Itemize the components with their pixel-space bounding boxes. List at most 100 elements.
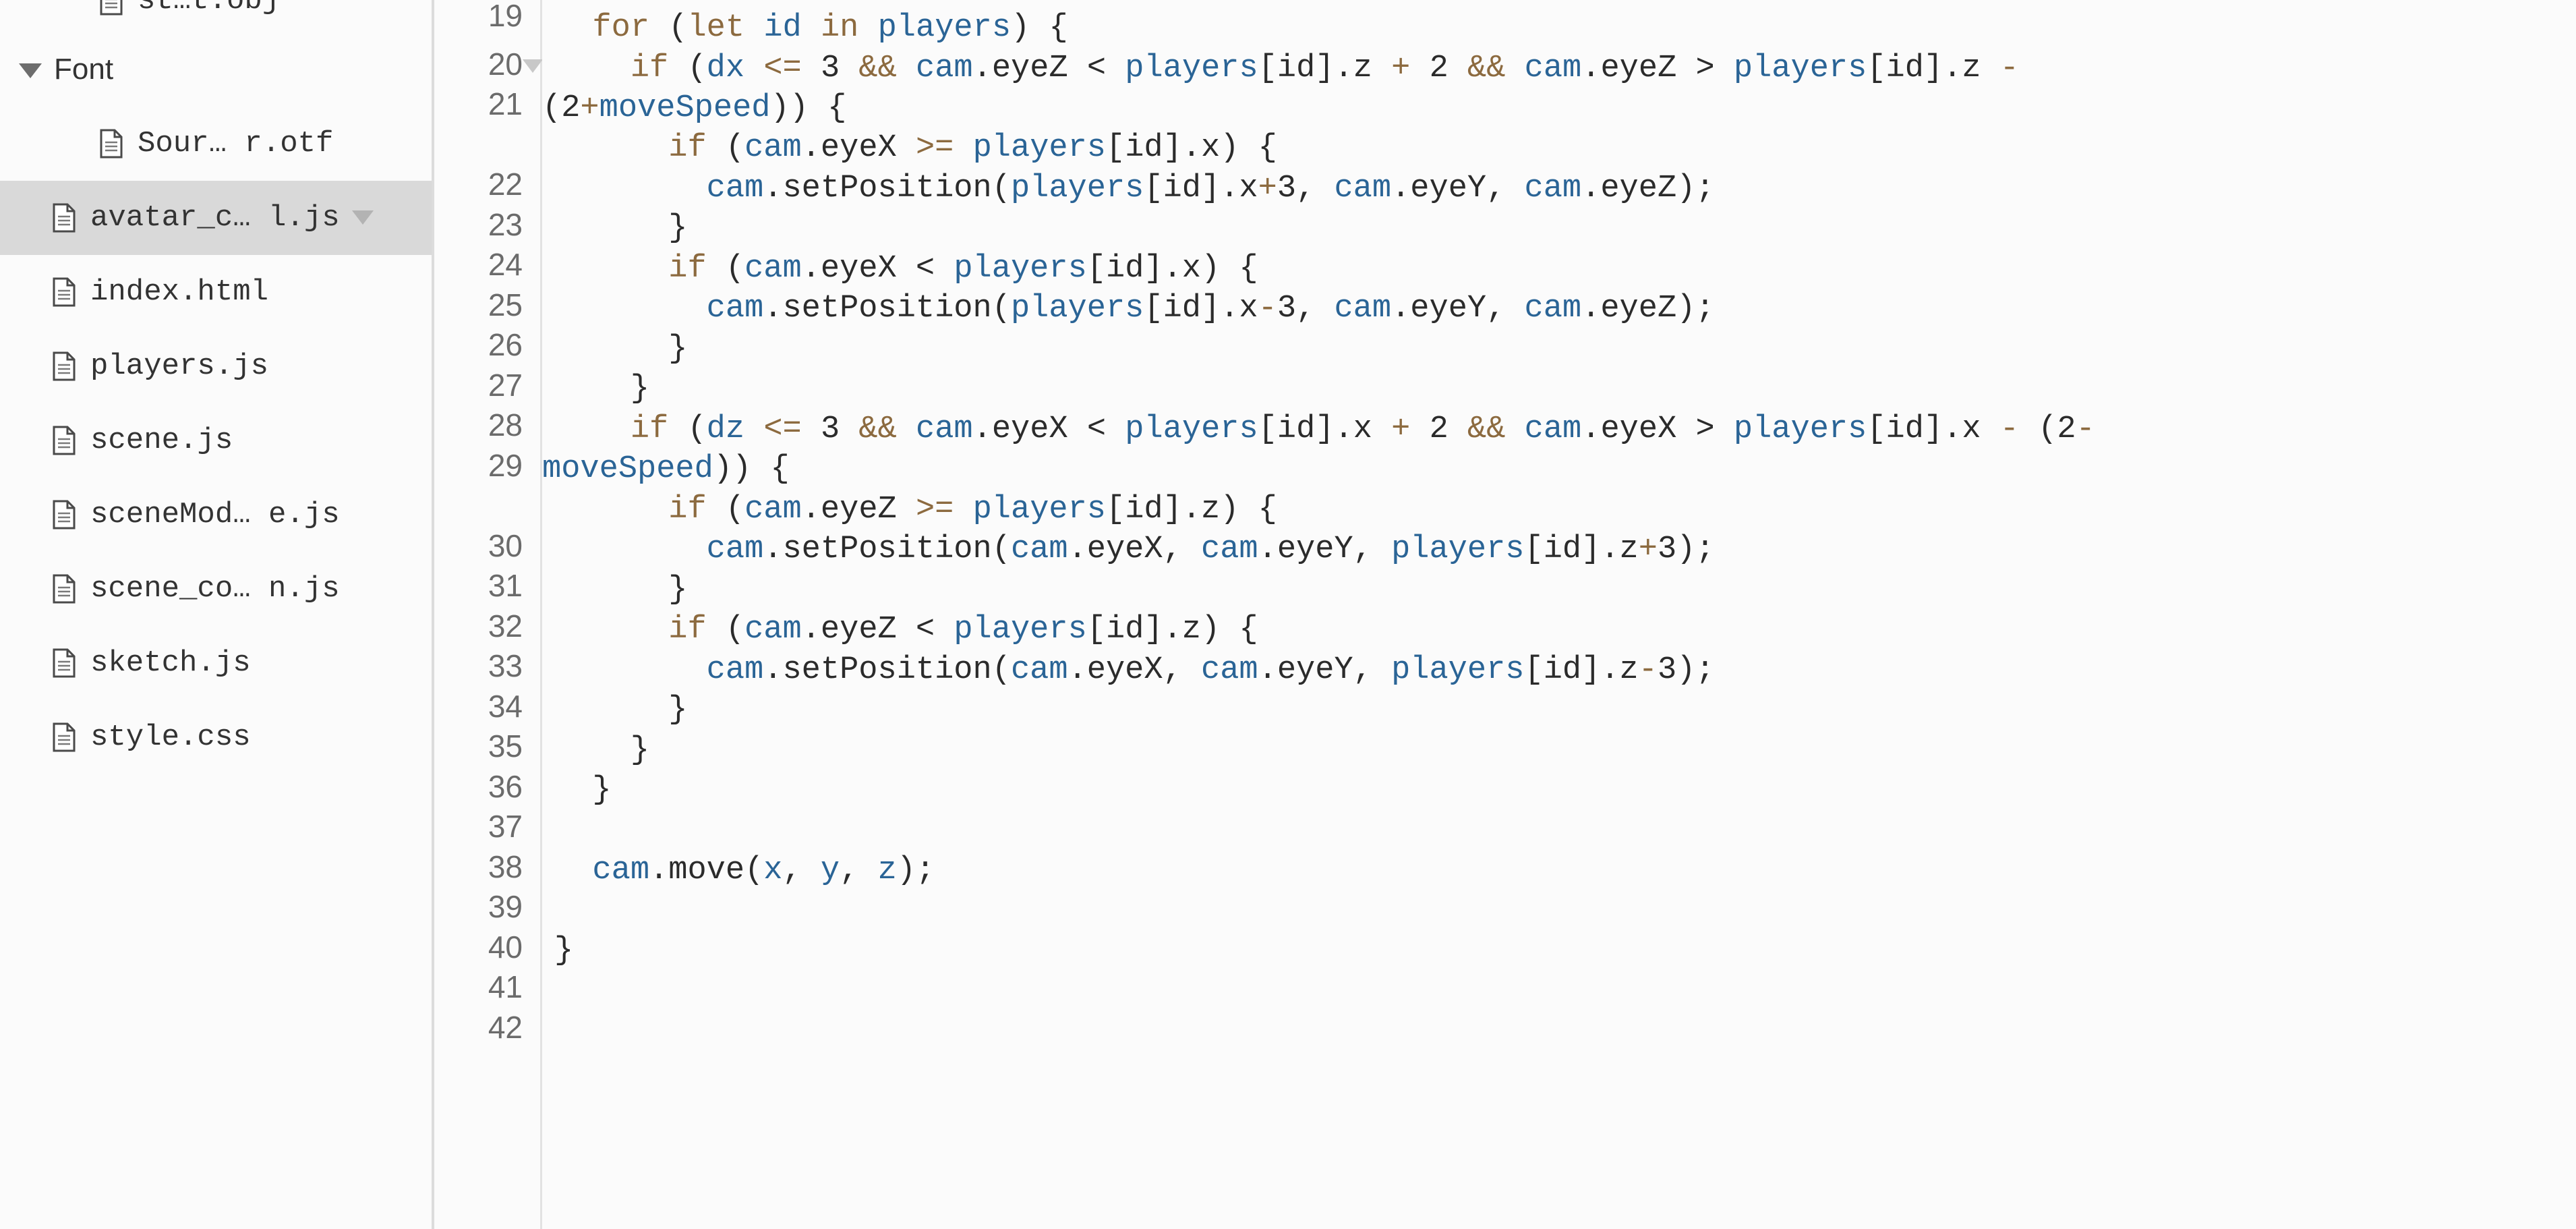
file-tree-file-row[interactable]: scene.js [0,403,432,478]
code-token-variable: players [877,10,1012,46]
chevron-down-icon[interactable] [351,209,378,227]
code-token-plain: .eyeZ > [1581,51,1734,86]
line-number: 22 [488,167,523,202]
code-token-plain: .eyeZ); [1581,291,1715,326]
code-line[interactable]: if (cam.eyeZ < players[id].z) { [554,614,1258,646]
file-tree-file-row[interactable]: style.css [0,700,432,774]
code-line[interactable]: } [554,694,687,726]
code-token-variable: cam [1201,652,1258,688]
code-line[interactable]: cam.move(x, y, z); [554,855,935,886]
file-tree-file-row[interactable]: Sour… r.otf [0,107,432,181]
code-line[interactable]: } [554,212,687,244]
code-token-variable: moveSpeed [599,90,771,126]
code-line[interactable]: for (let id in players) { [554,10,1067,46]
code-token-plain: ( [706,492,745,527]
code-token-variable: cam [1524,171,1582,206]
file-tree-file-row[interactable]: index.html [0,255,432,329]
code-token-plain: 3, [1277,291,1335,326]
file-icon [53,500,76,530]
code-token-keyword: if [668,492,707,527]
code-line[interactable]: } [554,333,687,365]
code-line[interactable]: if (cam.eyeX >= players[id].x) { [554,132,1277,164]
file-icon [100,0,123,16]
code-token-plain: .setPosition( [763,532,1011,567]
code-token-operator: >= [915,492,954,527]
code-token-variable: id [763,10,802,46]
code-editor-pane[interactable]: 19 20 21 22 23 24 25 26 27 28 29 30 31 32 33 34 35 36 37 38… [434,0,2576,1229]
code-token-plain: .move( [649,853,764,888]
code-line[interactable]: } [554,774,611,806]
code-line[interactable]: } [554,373,649,405]
code-token-plain: } [554,371,650,407]
code-line[interactable]: } [554,574,687,606]
code-line[interactable]: if (dz <= 3 && cam.eyeX < players[id].x … [554,413,2095,445]
code-content-area[interactable]: for (let id in players) { if (dx <= 3 &&… [542,0,2576,1229]
line-number: 21 [488,86,523,121]
code-token-operator: - [1258,291,1277,326]
code-token-variable: players [1010,171,1144,206]
file-name-label: sceneMod… e.js [90,498,340,532]
code-line[interactable]: cam.setPosition(players[id].x-3, cam.eye… [554,293,1715,324]
code-token-plain: .eyeY, [1391,291,1525,326]
code-token-plain: 3 [801,411,859,447]
line-number: 33 [488,648,523,683]
code-line[interactable]: if (dx <= 3 && cam.eyeZ < players[id].z … [554,53,2019,84]
file-tree-file-row[interactable]: sceneMod… e.js [0,478,432,552]
line-number: 40 [488,930,523,965]
file-tree-file-row[interactable]: avatar_c… l.js [0,181,432,255]
code-token-plain: .setPosition( [763,171,1011,206]
code-token-operator: - [1999,411,2019,447]
code-token-variable: players [1391,532,1525,567]
code-line[interactable]: cam.setPosition(cam.eyeX, cam.eyeY, play… [554,534,1715,565]
code-token-variable: y [820,853,840,888]
file-name-label: st…t.obj [138,0,281,18]
code-line[interactable]: } [554,735,649,766]
code-line-wrapped[interactable]: moveSpeed)) { [542,453,790,485]
code-token-variable: players [1391,652,1525,688]
line-number: 42 [488,1010,523,1045]
code-line-wrapped[interactable]: (2+moveSpeed)) { [542,92,846,124]
code-token-operator: - [2076,411,2095,447]
code-token-plain: [id].z) { [1106,492,1277,527]
file-tree-file-row[interactable]: sketch.js [0,626,432,700]
file-tree-file-row[interactable]: scene_co… n.js [0,552,432,626]
code-line[interactable]: if (cam.eyeZ >= players[id].z) { [554,494,1277,525]
code-line[interactable]: cam.setPosition(cam.eyeX, cam.eyeY, play… [554,654,1715,686]
code-token-variable: cam [744,492,802,527]
code-token-keyword: for [592,10,650,46]
file-icon [100,129,123,159]
file-icon [53,648,76,678]
file-icon [53,426,76,455]
code-token-operator: <= [763,411,802,447]
file-tree-folder-row[interactable]: Font [0,32,432,107]
line-number: 30 [488,528,523,563]
code-line[interactable]: cam.setPosition(players[id].x+3, cam.eye… [554,173,1715,204]
file-tree-sidebar[interactable]: st…t.obj Font Sour… r.otf avatar_c… l.js ind… [0,0,432,1229]
code-token-plain: , [840,853,878,888]
file-tree-file-row[interactable]: players.js [0,329,432,403]
code-token-variable: players [954,612,1087,648]
code-token-plain: } [554,692,688,728]
code-fold-toggle-icon[interactable] [523,59,543,73]
line-number: 19 [488,0,523,33]
code-token-plain: [id].x [1258,411,1392,447]
code-token-keyword: let [687,10,745,46]
code-token-plain: 2 [1410,51,1467,86]
code-token-plain: [id].x [1144,291,1258,326]
code-token-plain: [id].x [1867,411,2000,447]
code-token-variable: players [1125,51,1258,86]
code-token-variable: cam [592,853,650,888]
code-token-variable: players [1733,411,1867,447]
code-line[interactable]: if (cam.eyeX < players[id].x) { [554,253,1258,285]
line-number-gutter[interactable]: 19 20 21 22 23 24 25 26 27 28 29 30 31 32 33 34 35 36 37 38… [434,0,543,1229]
code-token-operator: + [1391,411,1411,447]
code-token-variable: cam [1524,291,1582,326]
code-line[interactable]: } [554,935,573,967]
code-token-variable: cam [916,51,973,86]
code-token-variable: dx [706,51,745,86]
triangle-down-icon[interactable] [15,59,45,80]
code-token-variable: cam [706,652,764,688]
